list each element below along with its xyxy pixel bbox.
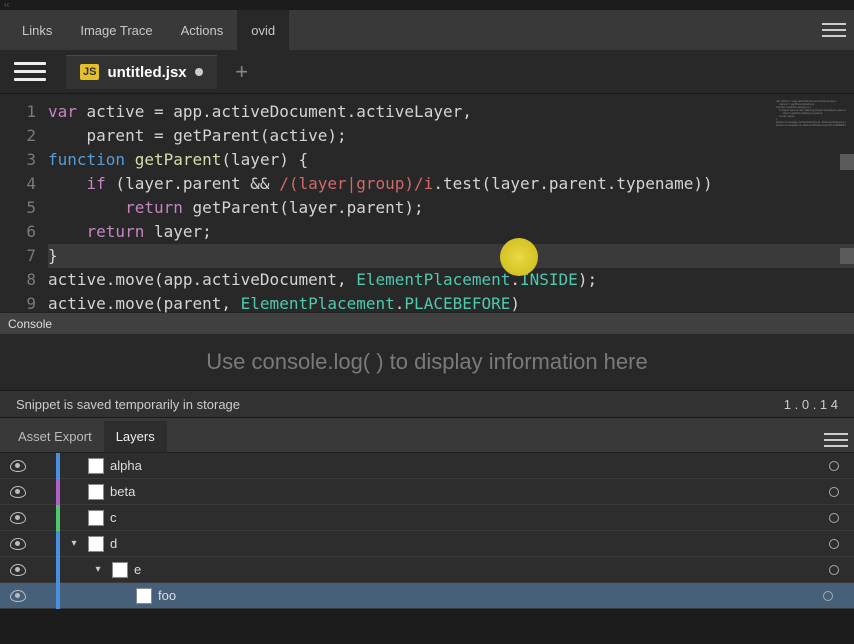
visibility-toggle[interactable] bbox=[0, 512, 36, 524]
target-button[interactable] bbox=[814, 513, 854, 523]
version-label: 1 . 0 . 1 4 bbox=[784, 397, 838, 412]
eye-icon bbox=[10, 538, 26, 550]
layer-row[interactable]: foo bbox=[0, 583, 854, 609]
layer-name[interactable]: c bbox=[110, 510, 117, 525]
layer-color-bar bbox=[56, 531, 60, 557]
eye-icon bbox=[10, 512, 26, 524]
target-icon bbox=[829, 565, 839, 575]
layer-thumbnail bbox=[112, 562, 128, 578]
editor-scrollbar-thumb[interactable] bbox=[840, 248, 854, 264]
layer-thumbnail bbox=[88, 510, 104, 526]
window-handle: ‹‹ bbox=[0, 0, 854, 10]
code-line[interactable]: if (layer.parent && /(layer|group)/i.tes… bbox=[48, 172, 854, 196]
top-tab-image-trace[interactable]: Image Trace bbox=[66, 10, 166, 50]
eye-icon bbox=[10, 590, 26, 602]
panel-tab-layers[interactable]: Layers bbox=[104, 421, 167, 452]
file-tab[interactable]: JS untitled.jsx bbox=[66, 55, 217, 89]
console-title: Console bbox=[8, 317, 52, 331]
hamburger-icon[interactable] bbox=[14, 56, 46, 88]
layer-row[interactable]: beta bbox=[0, 479, 854, 505]
dirty-indicator-icon bbox=[195, 68, 203, 76]
layer-thumbnail bbox=[88, 484, 104, 500]
top-tab-links[interactable]: Links bbox=[8, 10, 66, 50]
target-button[interactable] bbox=[814, 539, 854, 549]
layer-row[interactable]: ▾e bbox=[0, 557, 854, 583]
target-button[interactable] bbox=[814, 591, 854, 601]
code-line[interactable]: parent = getParent(active); bbox=[48, 124, 854, 148]
eye-icon bbox=[10, 460, 26, 472]
editor-tab-strip: JS untitled.jsx + bbox=[0, 50, 854, 94]
layer-thumbnail bbox=[136, 588, 152, 604]
layer-name[interactable]: e bbox=[134, 562, 141, 577]
layers-panel: alphabetac▾d▾efoo bbox=[0, 452, 854, 609]
target-icon bbox=[829, 539, 839, 549]
visibility-toggle[interactable] bbox=[0, 564, 36, 576]
js-badge-icon: JS bbox=[80, 64, 99, 80]
target-button[interactable] bbox=[814, 487, 854, 497]
target-button[interactable] bbox=[814, 461, 854, 471]
target-icon bbox=[829, 513, 839, 523]
eye-icon bbox=[10, 486, 26, 498]
visibility-toggle[interactable] bbox=[0, 486, 36, 498]
new-tab-button[interactable]: + bbox=[225, 55, 259, 89]
eye-icon bbox=[10, 564, 26, 576]
code-editor[interactable]: 123456789 var active = app.activeDocumen… bbox=[0, 94, 854, 312]
code-area[interactable]: var active = app.activeDocument.activeLa… bbox=[48, 94, 854, 312]
bottom-panel-tabs: Asset ExportLayers bbox=[0, 418, 854, 452]
status-bar: Snippet is saved temporarily in storage … bbox=[0, 390, 854, 418]
layer-color-bar bbox=[56, 583, 60, 609]
visibility-toggle[interactable] bbox=[0, 590, 36, 602]
layer-color-bar bbox=[56, 453, 60, 479]
editor-scrollbar-thumb[interactable] bbox=[840, 154, 854, 170]
layer-thumbnail bbox=[88, 458, 104, 474]
layer-row[interactable]: alpha bbox=[0, 453, 854, 479]
console-placeholder: Use console.log( ) to display informatio… bbox=[206, 349, 647, 375]
layer-name[interactable]: d bbox=[110, 536, 117, 551]
code-line[interactable]: active.move(app.activeDocument, ElementP… bbox=[48, 268, 854, 292]
console-body: Use console.log( ) to display informatio… bbox=[0, 334, 854, 390]
layer-row[interactable]: ▾d bbox=[0, 531, 854, 557]
layer-name[interactable]: alpha bbox=[110, 458, 142, 473]
code-line[interactable]: } bbox=[48, 244, 854, 268]
layer-color-bar bbox=[56, 557, 60, 583]
gutter: 123456789 bbox=[0, 94, 48, 312]
target-icon bbox=[829, 461, 839, 471]
layer-name[interactable]: foo bbox=[158, 588, 176, 603]
chevron-down-icon[interactable]: ▾ bbox=[66, 538, 82, 549]
code-line[interactable]: active.move(parent, ElementPlacement.PLA… bbox=[48, 292, 854, 316]
target-button[interactable] bbox=[814, 565, 854, 575]
top-tab-actions[interactable]: Actions bbox=[167, 10, 238, 50]
code-line[interactable]: function getParent(layer) { bbox=[48, 148, 854, 172]
layer-thumbnail bbox=[88, 536, 104, 552]
selection-indicator bbox=[837, 592, 845, 600]
chevron-down-icon[interactable]: ▾ bbox=[90, 564, 106, 575]
top-tab-ovid[interactable]: ovid bbox=[237, 10, 289, 50]
layer-color-bar bbox=[56, 479, 60, 505]
status-message: Snippet is saved temporarily in storage bbox=[16, 397, 240, 412]
layer-color-bar bbox=[56, 505, 60, 531]
top-tab-bar: LinksImage TraceActionsovid bbox=[0, 10, 854, 50]
code-line[interactable]: var active = app.activeDocument.activeLa… bbox=[48, 100, 854, 124]
visibility-toggle[interactable] bbox=[0, 538, 36, 550]
layer-name[interactable]: beta bbox=[110, 484, 135, 499]
panel-tab-asset-export[interactable]: Asset Export bbox=[6, 421, 104, 452]
code-line[interactable]: return getParent(layer.parent); bbox=[48, 196, 854, 220]
layer-row[interactable]: c bbox=[0, 505, 854, 531]
file-tab-name: untitled.jsx bbox=[107, 64, 186, 81]
panel-menu-icon[interactable] bbox=[824, 428, 848, 452]
panel-menu-icon[interactable] bbox=[822, 18, 846, 42]
minimap[interactable]: var active = app.activeDocument.activeLa… bbox=[776, 100, 846, 130]
target-icon bbox=[829, 487, 839, 497]
visibility-toggle[interactable] bbox=[0, 460, 36, 472]
code-line[interactable]: return layer; bbox=[48, 220, 854, 244]
target-icon bbox=[823, 591, 833, 601]
